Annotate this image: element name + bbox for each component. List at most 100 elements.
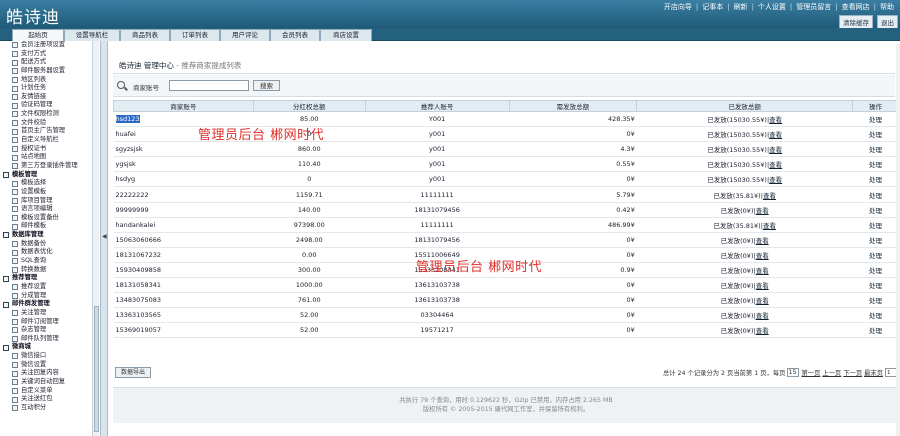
sidebar-item[interactable]: 验证码管理 <box>0 101 98 110</box>
sidebar-item[interactable]: 关注回复内容 <box>0 369 98 378</box>
process-link[interactable]: 处理 <box>869 192 882 200</box>
view-link[interactable]: 查看 <box>756 207 769 215</box>
per-page-input[interactable]: 15 <box>787 368 800 377</box>
sidebar-item[interactable]: 地区列表 <box>0 76 98 85</box>
sidebar-splitter[interactable]: ◀ <box>100 41 108 436</box>
sidebar-item[interactable]: 邮件服务器设置 <box>0 67 98 76</box>
process-link[interactable]: 处理 <box>869 207 882 215</box>
page-scrollbar[interactable] <box>896 44 900 436</box>
merchant-account-input[interactable] <box>169 80 249 91</box>
sidebar-group[interactable]: 数据库管理 <box>0 231 98 240</box>
sidebar-item[interactable]: 数据表优化 <box>0 248 98 257</box>
sidebar-group[interactable]: 邮件群发管理 <box>0 300 98 309</box>
tab-order-list[interactable]: 订单列表 <box>170 29 220 41</box>
sidebar-item[interactable]: 自定义菜单 <box>0 387 98 396</box>
view-link[interactable]: 查看 <box>763 222 776 230</box>
view-link[interactable]: 查看 <box>763 192 776 200</box>
sidebar-item[interactable]: 互动积分 <box>0 404 98 413</box>
sidebar-item[interactable]: 分成管理 <box>0 292 98 301</box>
link-setup-wizard[interactable]: 开店向导 <box>660 2 696 12</box>
view-link[interactable]: 查看 <box>756 312 769 320</box>
sidebar-item[interactable]: 微信接口 <box>0 352 98 361</box>
view-link[interactable]: 查看 <box>756 297 769 305</box>
sidebar-item[interactable]: 模板选择 <box>0 179 98 188</box>
process-link[interactable]: 处理 <box>869 237 882 245</box>
sidebar-item[interactable]: 授权证书 <box>0 145 98 154</box>
link-view-store[interactable]: 查看网店 <box>838 2 874 12</box>
sidebar-group[interactable]: 推荐管理 <box>0 274 98 283</box>
tab-nav-settings[interactable]: 设置导航栏 <box>64 29 120 41</box>
sidebar-item[interactable]: 站点地图 <box>0 153 98 162</box>
view-link[interactable]: 查看 <box>769 161 782 169</box>
clear-cache-button[interactable]: 清除缓存 <box>839 15 873 29</box>
sidebar-item[interactable]: 模板设置备份 <box>0 214 98 223</box>
sidebar-group[interactable]: 微商城 <box>0 343 98 352</box>
table-row[interactable]: 18131058341 1000.00 13613103738 0¥ 已发放(0¥)|查… <box>113 277 899 294</box>
sidebar-item[interactable]: 首页主广告管理 <box>0 127 98 136</box>
sidebar-item[interactable]: 推荐设置 <box>0 283 98 292</box>
process-link[interactable]: 处理 <box>869 312 882 320</box>
link-help[interactable]: 帮助 <box>876 2 898 12</box>
table-row[interactable]: 22222222 1159.71 11111111 5.79¥ 已发放(35.81¥)|… <box>113 186 899 203</box>
link-notepad[interactable]: 记事本 <box>698 2 727 12</box>
logout-button[interactable]: 退出 <box>877 15 898 29</box>
process-link[interactable]: 处理 <box>869 131 882 139</box>
sidebar-scrollbar[interactable] <box>92 41 99 436</box>
tab-product-list[interactable]: 商品列表 <box>120 29 170 41</box>
view-link[interactable]: 查看 <box>756 252 769 260</box>
view-link[interactable]: 查看 <box>756 237 769 245</box>
tab-member-list[interactable]: 会员列表 <box>270 29 320 41</box>
sidebar-item[interactable]: 库项目管理 <box>0 197 98 206</box>
sidebar-item[interactable]: 支付方式 <box>0 50 98 59</box>
link-refresh[interactable]: 刷新 <box>730 2 752 12</box>
search-button[interactable]: 搜索 <box>253 80 280 91</box>
sidebar-item[interactable]: 文件权限检测 <box>0 110 98 119</box>
sidebar-item[interactable]: 邮件订阅管理 <box>0 318 98 327</box>
table-row[interactable]: 13483075083 761.00 13613103738 0¥ 已发放(0¥)|查看… <box>113 292 899 309</box>
sidebar-item[interactable]: 关键词自动回复 <box>0 378 98 387</box>
view-link[interactable]: 查看 <box>756 267 769 275</box>
tab-user-comments[interactable]: 用户评论 <box>220 29 270 41</box>
link-admin-messages[interactable]: 管理员留言 <box>792 2 835 12</box>
table-row[interactable]: ygsjsk 110.40 y001 0.55¥ 已发放(15030.55¥)|查看 处理 <box>113 156 899 173</box>
process-link[interactable]: 处理 <box>869 176 882 184</box>
sidebar-item[interactable]: SQL查询 <box>0 257 98 266</box>
export-data-button[interactable]: 数据导出 <box>115 367 151 378</box>
collapse-arrow-icon[interactable]: ◀ <box>102 233 107 240</box>
view-link[interactable]: 查看 <box>769 131 782 139</box>
sidebar-item[interactable]: 第三方登录插件管理 <box>0 162 98 171</box>
sidebar-item[interactable]: 杂志管理 <box>0 326 98 335</box>
first-page-link[interactable]: 第一页 <box>801 368 820 377</box>
table-row[interactable]: sgyzsjsk 860.00 y001 4.3¥ 已发放(15030.55¥)|查看 处… <box>113 141 899 158</box>
process-link[interactable]: 处理 <box>869 161 882 169</box>
sidebar-scroll-thumb[interactable] <box>94 306 99 432</box>
tab-store-settings[interactable]: 商店设置 <box>320 29 372 41</box>
table-row[interactable]: 13363103565 52.00 03304464 0¥ 已发放(0¥)|查看 处理 <box>113 307 899 324</box>
sidebar-item[interactable]: 语言项编辑 <box>0 205 98 214</box>
process-link[interactable]: 处理 <box>869 116 882 124</box>
next-page-link[interactable]: 下一页 <box>843 368 862 377</box>
sidebar-item[interactable]: 计划任务 <box>0 84 98 93</box>
view-link[interactable]: 查看 <box>769 116 782 124</box>
sidebar-item[interactable]: 关注管理 <box>0 309 98 318</box>
sidebar-item[interactable]: 配送方式 <box>0 58 98 67</box>
view-link[interactable]: 查看 <box>756 327 769 335</box>
tab-start-page[interactable]: 起始页 <box>12 29 64 41</box>
view-link[interactable]: 查看 <box>769 146 782 154</box>
process-link[interactable]: 处理 <box>869 222 882 230</box>
process-link[interactable]: 处理 <box>869 297 882 305</box>
table-row[interactable]: handankalei 97398.00 11111111 486.99¥ 已发放(35… <box>113 217 899 233</box>
sidebar-item[interactable]: 关注送红包 <box>0 395 98 404</box>
col-dividend-total[interactable]: 分红权总额 <box>252 100 366 112</box>
sidebar-item[interactable]: 邮件模板 <box>0 222 98 231</box>
view-link[interactable]: 查看 <box>769 176 782 184</box>
col-referrer-account[interactable]: 推荐人账号 <box>364 100 510 112</box>
view-link[interactable]: 查看 <box>756 282 769 290</box>
table-row[interactable]: 15063060666 2498.00 18131079456 0¥ 已发放(0¥)|查… <box>113 232 899 248</box>
sidebar-item[interactable]: 自定义导航栏 <box>0 136 98 145</box>
link-personal-settings[interactable]: 个人设置 <box>754 2 790 12</box>
col-paid-total[interactable]: 已发放总额 <box>636 100 854 112</box>
process-link[interactable]: 处理 <box>869 327 882 335</box>
last-page-link[interactable]: 最末页 <box>864 368 883 377</box>
process-link[interactable]: 处理 <box>869 252 882 260</box>
